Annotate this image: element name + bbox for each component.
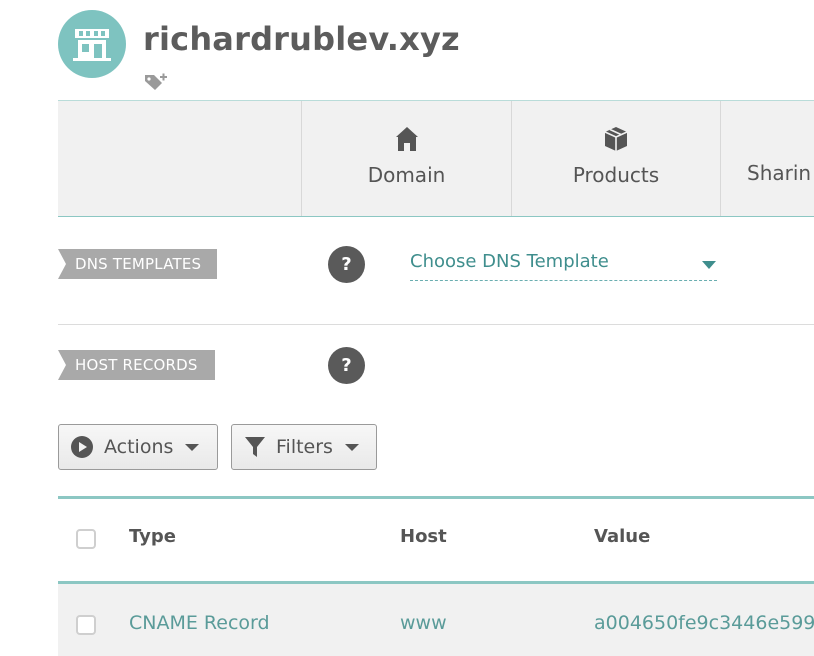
box-icon (604, 126, 628, 151)
section-divider (58, 324, 814, 325)
chevron-down-icon (185, 443, 200, 451)
dns-template-select[interactable]: Choose DNS Template (410, 250, 717, 281)
tab-products[interactable]: Products (511, 101, 720, 216)
tab-domain[interactable]: Domain (301, 101, 511, 216)
filters-label: Filters (276, 436, 333, 458)
column-header-type[interactable]: Type (129, 526, 176, 547)
help-icon: ? (341, 254, 352, 275)
tab-domain-label: Domain (367, 162, 446, 187)
host-records-help-button[interactable]: ? (328, 347, 365, 384)
column-header-host[interactable]: Host (400, 526, 447, 547)
select-all-checkbox[interactable] (76, 529, 96, 549)
domain-nav-bar: Domain Products Sharin (58, 100, 814, 217)
add-tag-button[interactable] (143, 72, 169, 92)
table-top-border (58, 496, 814, 499)
domain-title: richardrublev.xyz (143, 20, 460, 58)
storefront-avatar (58, 10, 126, 78)
record-host-cell[interactable]: www (400, 612, 447, 634)
domain-management-page: richardrublev.xyz Domain Products Sharin… (0, 0, 814, 656)
host-records-label: HOST RECORDS (58, 350, 215, 380)
column-header-value[interactable]: Value (594, 526, 650, 547)
help-icon: ? (341, 355, 352, 376)
chevron-down-icon (344, 443, 359, 451)
record-value-cell[interactable]: a004650fe9c3446e599a (594, 612, 814, 634)
filters-dropdown-button[interactable]: Filters (231, 424, 377, 470)
tab-products-label: Products (572, 162, 660, 187)
storefront-icon (73, 29, 111, 61)
actions-dropdown-button[interactable]: Actions (58, 424, 218, 470)
row-checkbox[interactable] (76, 615, 96, 635)
record-type-cell[interactable]: CNAME Record (129, 612, 270, 634)
play-circle-icon (71, 436, 93, 458)
add-tag-icon (145, 73, 167, 90)
chevron-down-icon (702, 261, 716, 269)
actions-label: Actions (104, 436, 174, 458)
dns-templates-label: DNS TEMPLATES (58, 249, 217, 279)
home-icon (395, 126, 418, 151)
filter-icon (245, 437, 265, 457)
dns-template-select-value: Choose DNS Template (410, 251, 609, 272)
tab-sharing[interactable]: Sharin (720, 101, 814, 216)
dns-templates-help-button[interactable]: ? (328, 246, 365, 283)
tab-sharing-label: Sharin (747, 160, 812, 185)
